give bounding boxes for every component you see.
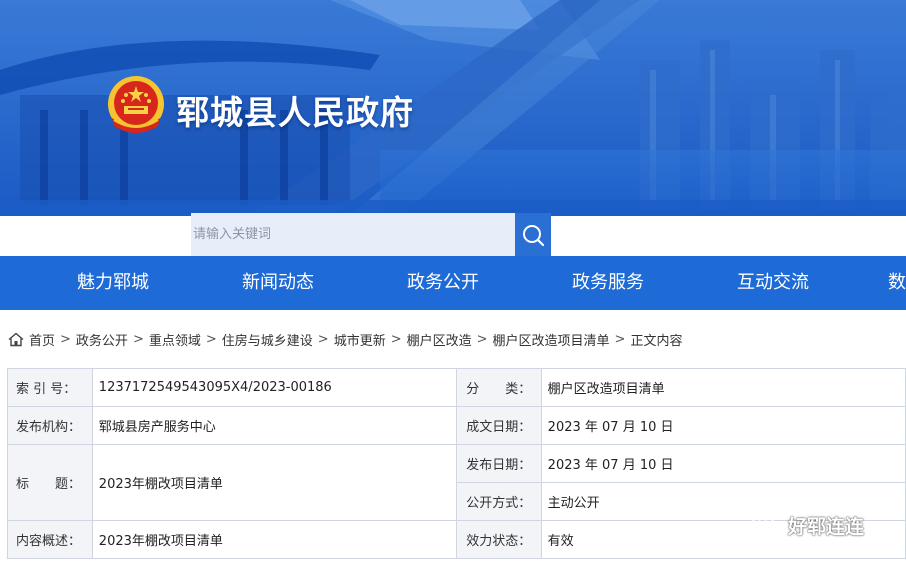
- summary-value: 2023年棚改项目清单: [91, 520, 457, 559]
- nav-item-data[interactable]: 数: [888, 256, 906, 310]
- watermark-text: 好郓连连: [788, 516, 865, 538]
- category-label: 分 类：: [455, 368, 542, 407]
- breadcrumb-separator: >: [614, 331, 626, 347]
- nav-item-government-affairs[interactable]: 政务公开: [407, 256, 479, 310]
- publisher-label: 发布机构：: [7, 406, 93, 445]
- breadcrumb-urban-renewal[interactable]: 城市更新: [334, 330, 386, 349]
- breadcrumb-separator: >: [205, 331, 217, 347]
- table-row: 发布机构： 郓城县房产服务中心 成文日期： 2023 年 07 月 10 日: [7, 406, 906, 445]
- publisher-value: 郓城县房产服务中心: [91, 406, 457, 445]
- breadcrumb-key-areas[interactable]: 重点领域: [149, 330, 201, 349]
- publish-date-value: 2023 年 07 月 10 日: [540, 444, 906, 483]
- breadcrumb-project-list[interactable]: 棚户区改造项目清单: [493, 330, 610, 349]
- site-title[interactable]: 郓城县人民政府: [176, 86, 414, 134]
- breadcrumb-housing-construction[interactable]: 住房与城乡建设: [222, 330, 313, 349]
- watermark: 好郓连连: [752, 512, 864, 539]
- index-number-label: 索 引 号：: [7, 368, 93, 407]
- main-nav: 魅力郓城 新闻动态 政务公开 政务服务 互动交流 数: [0, 256, 906, 310]
- summary-label: 内容概述：: [7, 520, 93, 559]
- publish-date-label: 发布日期：: [455, 444, 542, 483]
- search-icon: [523, 224, 545, 246]
- nav-item-news[interactable]: 新闻动态: [242, 256, 314, 310]
- created-date-value: 2023 年 07 月 10 日: [540, 406, 906, 445]
- breadcrumb: 首页 > 政务公开 > 重点领域 > 住房与城乡建设 > 城市更新 > 棚户区改…: [8, 330, 683, 349]
- breadcrumb-home[interactable]: 首页: [29, 330, 55, 349]
- breadcrumb-separator: >: [476, 331, 488, 347]
- national-emblem-icon: [108, 76, 164, 133]
- home-icon: [8, 332, 24, 346]
- header-banner: 郓城县人民政府: [0, 0, 906, 216]
- nav-item-interaction[interactable]: 互动交流: [737, 256, 809, 310]
- breadcrumb-separator: >: [60, 331, 71, 347]
- breadcrumb-shantytown-renovation[interactable]: 棚户区改造: [407, 330, 472, 349]
- breadcrumb-separator: >: [317, 331, 329, 347]
- disclosure-label: 公开方式：: [455, 482, 542, 521]
- title-label: 标 题：: [7, 444, 93, 521]
- wechat-icon: [752, 513, 782, 537]
- breadcrumb-government-affairs[interactable]: 政务公开: [76, 330, 128, 349]
- created-date-label: 成文日期：: [455, 406, 542, 445]
- breadcrumb-current: 正文内容: [630, 333, 683, 349]
- breadcrumb-separator: >: [132, 331, 144, 347]
- search-input[interactable]: [191, 213, 515, 256]
- index-number-value: 1237172549543095X4/2023-00186: [91, 368, 457, 407]
- validity-label: 效力状态：: [455, 520, 542, 559]
- search-button[interactable]: [515, 213, 551, 256]
- nav-item-government-services[interactable]: 政务服务: [572, 256, 644, 310]
- title-value: 2023年棚改项目清单: [91, 444, 457, 521]
- breadcrumb-separator: >: [390, 331, 402, 347]
- table-row: 标 题： 2023年棚改项目清单 发布日期： 2023 年 07 月 10 日: [7, 444, 906, 521]
- category-value: 棚户区改造项目清单: [540, 368, 906, 407]
- nav-item-charm-yuncheng[interactable]: 魅力郓城: [77, 256, 149, 310]
- table-row: 索 引 号： 1237172549543095X4/2023-00186 分 类…: [7, 368, 906, 407]
